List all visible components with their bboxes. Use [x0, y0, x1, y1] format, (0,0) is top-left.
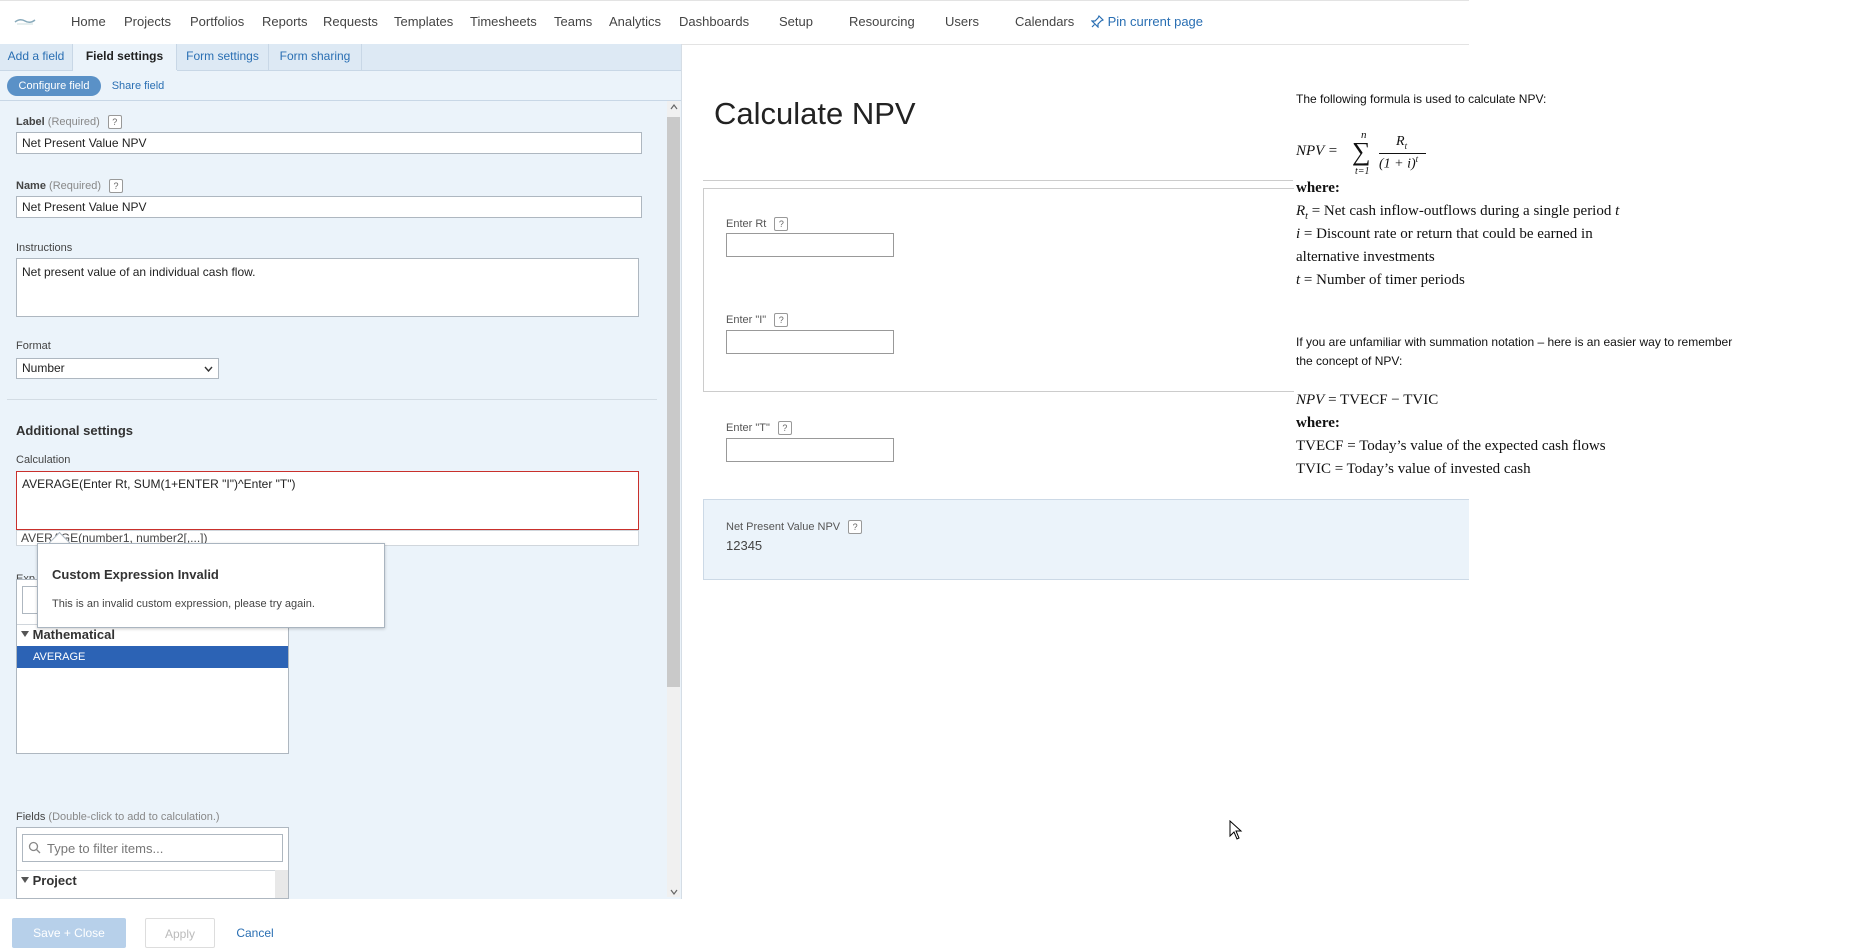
nav-timesheets[interactable]: Timesheets — [470, 14, 537, 29]
fields-list: Type to filter items... Project — [16, 827, 289, 899]
collapse-triangle-icon — [21, 877, 29, 883]
nav-portfolios[interactable]: Portfolios — [190, 14, 244, 29]
tab-strip-filler — [362, 44, 681, 71]
tooltip-body: This is an invalid custom expression, pl… — [52, 598, 315, 610]
tab-add-a-field[interactable]: Add a field — [0, 44, 73, 71]
def-tvecf: TVECF = Today’s value of the expected ca… — [1296, 438, 1606, 454]
tab-form-sharing[interactable]: Form sharing — [269, 44, 362, 71]
nav-calendars[interactable]: Calendars — [1015, 14, 1074, 29]
nav-home[interactable]: Home — [71, 14, 106, 29]
enter-i-input[interactable] — [726, 330, 894, 354]
enter-rt-label: Enter Rt? — [726, 217, 789, 231]
npv-result-box: Net Present Value NPV? 12345 — [703, 499, 1469, 580]
scroll-up-icon[interactable] — [670, 104, 678, 110]
help-icon[interactable]: ? — [774, 217, 789, 231]
where-label-1: where: — [1296, 180, 1340, 196]
fields-filter-input[interactable]: Type to filter items... — [22, 834, 283, 862]
npv-formula-2: NPV = TVECF − TVIC — [1296, 392, 1439, 408]
name-input[interactable]: Net Present Value NPV — [16, 196, 642, 218]
expr-group-mathematical[interactable]: Mathematical — [21, 627, 115, 642]
help-icon[interactable]: ? — [848, 520, 863, 534]
formula-intro-2a: If you are unfamiliar with summation not… — [1296, 335, 1733, 349]
chevron-down-icon — [204, 366, 213, 372]
def-i: i = Discount rate or return that could b… — [1296, 226, 1593, 242]
help-icon[interactable]: ? — [777, 421, 792, 435]
expr-group-label: Mathematical — [32, 627, 115, 642]
nav-teams[interactable]: Teams — [554, 14, 592, 29]
npv-result-value: 12345 — [726, 538, 763, 553]
calculation-textarea[interactable]: AVERAGE(Enter Rt, SUM(1+ENTER "I")^Enter… — [16, 471, 639, 530]
pin-label: Pin current page — [1107, 14, 1204, 29]
panel-scrollbar-thumb[interactable] — [667, 117, 680, 687]
expr-item-average[interactable]: AVERAGE — [17, 646, 288, 668]
mouse-cursor-icon — [1229, 820, 1243, 840]
npv-result-label: Net Present Value NPV? — [726, 520, 863, 534]
collapse-triangle-icon — [21, 631, 29, 637]
title-rule — [703, 180, 1293, 181]
bottom-action-bar: Save + Close Apply Cancel — [0, 899, 1850, 948]
where-label-2: where: — [1296, 415, 1340, 431]
scroll-down-icon[interactable] — [670, 889, 678, 895]
page-title: Calculate NPV — [714, 96, 916, 131]
def-t: t = Number of timer periods — [1296, 272, 1465, 288]
help-icon[interactable]: ? — [109, 179, 123, 193]
subtab-configure-field[interactable]: Configure field — [7, 76, 101, 96]
fraction-denominator: (1 + i)t — [1379, 154, 1419, 172]
fields-filter-placeholder: Type to filter items... — [47, 841, 164, 856]
nav-templates[interactable]: Templates — [394, 14, 453, 29]
help-icon[interactable]: ? — [774, 313, 789, 327]
format-select[interactable]: Number — [16, 358, 219, 379]
label-field-label: Label (Required)? — [16, 115, 122, 129]
name-field-label: Name (Required)? — [16, 179, 123, 193]
nav-reports[interactable]: Reports — [262, 14, 308, 29]
def-rt: Rt = Net cash inflow-outflows during a s… — [1296, 203, 1620, 222]
label-input[interactable]: Net Present Value NPV — [16, 132, 642, 154]
tab-field-settings[interactable]: Field settings — [73, 44, 177, 70]
fields-list-scrollbar[interactable] — [275, 870, 288, 898]
calculation-label: Calculation — [16, 454, 71, 466]
invalid-expression-tooltip: Custom Expression Invalid This is an inv… — [37, 543, 385, 628]
instructions-label: Instructions — [16, 242, 73, 254]
enter-t-input[interactable] — [726, 438, 894, 462]
nav-setup[interactable]: Setup — [779, 14, 813, 29]
nav-resourcing[interactable]: Resourcing — [849, 14, 915, 29]
formula-intro-2b: the concept of NPV: — [1296, 354, 1403, 368]
sigma-symbol: ∑ — [1352, 137, 1371, 166]
top-navigation: Home Projects Portfolios Reports Request… — [0, 0, 1469, 45]
tooltip-title: Custom Expression Invalid — [52, 567, 219, 582]
enter-t-label: Enter "T"? — [726, 421, 792, 435]
format-select-value: Number — [22, 361, 65, 375]
form-input-group — [703, 188, 1294, 392]
nav-users[interactable]: Users — [945, 14, 979, 29]
subtab-share-field[interactable]: Share field — [104, 76, 172, 96]
nav-dashboards[interactable]: Dashboards — [679, 14, 749, 29]
instructions-textarea[interactable]: Net present value of an individual cash … — [16, 258, 639, 317]
list-divider — [17, 870, 288, 871]
nav-requests[interactable]: Requests — [323, 14, 378, 29]
pin-icon — [1090, 14, 1105, 29]
section-divider — [7, 399, 657, 400]
npv-formula-lhs: NPV = — [1296, 143, 1338, 159]
additional-settings-heading: Additional settings — [16, 423, 133, 438]
help-icon[interactable]: ? — [107, 115, 122, 129]
sigma-lower: t=1 — [1355, 166, 1370, 177]
field-group-project[interactable]: Project — [21, 873, 77, 888]
tab-form-settings[interactable]: Form settings — [177, 44, 269, 71]
format-label: Format — [16, 340, 51, 352]
field-group-label: Project — [32, 873, 77, 888]
def-i-cont: alternative investments — [1296, 249, 1435, 265]
search-icon — [28, 841, 41, 854]
fraction-numerator: Rt — [1396, 134, 1408, 151]
fields-label: Fields (Double-click to add to calculati… — [16, 811, 220, 823]
def-tvic: TVIC = Today’s value of invested cash — [1296, 461, 1531, 477]
enter-i-label: Enter "I"? — [726, 313, 789, 327]
pin-current-page-link[interactable]: Pin current page — [1090, 14, 1204, 29]
field-settings-panel: Add a field Field settings Form settings… — [0, 44, 682, 899]
nav-analytics[interactable]: Analytics — [609, 14, 661, 29]
formula-intro: The following formula is used to calcula… — [1296, 92, 1547, 106]
enter-rt-input[interactable] — [726, 233, 894, 257]
app-logo-icon[interactable] — [14, 17, 36, 25]
subtab-divider — [0, 100, 681, 101]
nav-projects[interactable]: Projects — [124, 14, 171, 29]
